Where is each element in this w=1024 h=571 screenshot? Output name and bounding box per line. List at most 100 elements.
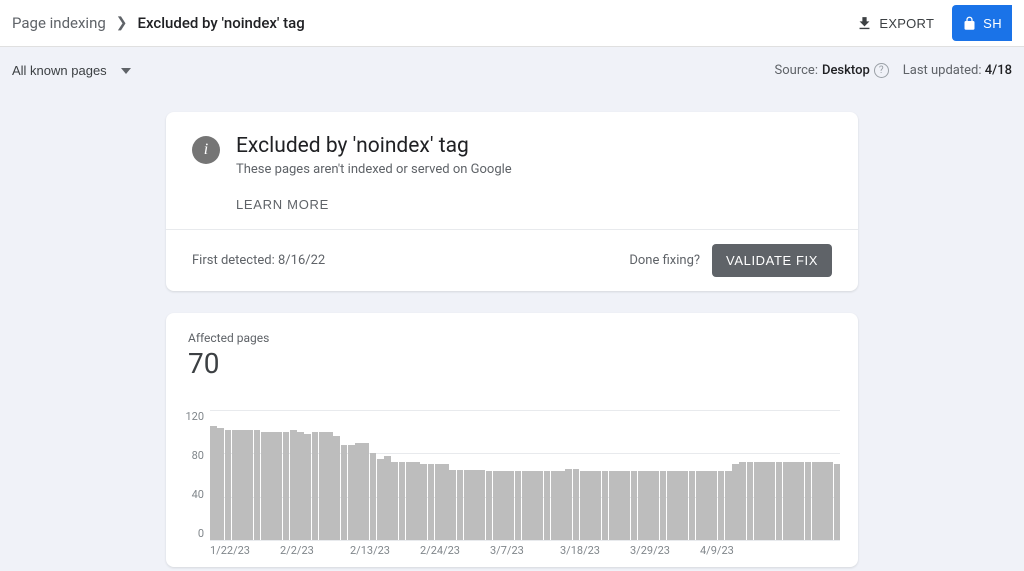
chart-bar[interactable]	[500, 471, 507, 540]
chart-bar[interactable]	[442, 464, 449, 540]
chart-bar[interactable]	[754, 462, 761, 540]
breadcrumb-parent[interactable]: Page indexing	[12, 14, 106, 32]
chart-bar[interactable]	[391, 462, 398, 540]
chart-bar[interactable]	[283, 432, 290, 540]
chart-bar[interactable]	[783, 462, 790, 540]
chart-bar[interactable]	[435, 464, 442, 540]
chart-bar[interactable]	[333, 436, 340, 540]
chart-bar[interactable]	[834, 464, 841, 540]
source-value: Desktop	[822, 63, 870, 78]
chart-bar[interactable]	[565, 469, 572, 541]
chart-bar[interactable]	[638, 471, 645, 540]
chart-bar[interactable]	[725, 471, 732, 540]
chart-bar[interactable]	[529, 471, 536, 540]
chart-bar[interactable]	[645, 471, 652, 540]
chart-bar[interactable]	[449, 470, 456, 540]
chart-bar[interactable]	[355, 443, 362, 541]
chart-bar[interactable]	[515, 471, 522, 540]
chart-bar[interactable]	[623, 471, 630, 540]
chart-bar[interactable]	[377, 459, 384, 540]
chart-bar[interactable]	[544, 471, 551, 540]
chart-bar[interactable]	[290, 430, 297, 541]
chart-bar[interactable]	[609, 471, 616, 540]
chart-bar[interactable]	[739, 462, 746, 540]
chart-bar[interactable]	[696, 471, 703, 540]
chart-bar[interactable]	[616, 471, 623, 540]
chart-bar[interactable]	[268, 432, 275, 540]
chart-bar[interactable]	[703, 471, 710, 540]
validate-fix-button[interactable]: VALIDATE FIX	[712, 244, 832, 277]
chart-bar[interactable]	[681, 471, 688, 540]
chart-bar[interactable]	[522, 471, 529, 540]
x-tick: 2/24/23	[420, 544, 490, 557]
chart-bar[interactable]	[341, 445, 348, 540]
chart-bar[interactable]	[573, 469, 580, 541]
chart-bar[interactable]	[486, 471, 493, 540]
chart-bar[interactable]	[797, 462, 804, 540]
chart-bar[interactable]	[275, 432, 282, 540]
chart-bar[interactable]	[471, 470, 478, 540]
chart-bar[interactable]	[304, 434, 311, 540]
chart-bar[interactable]	[602, 471, 609, 540]
chart-bar[interactable]	[761, 462, 768, 540]
chart-bar[interactable]	[790, 462, 797, 540]
chart-bar[interactable]	[420, 464, 427, 540]
chart-bar[interactable]	[594, 471, 601, 540]
learn-more-button[interactable]: LEARN MORE	[236, 197, 329, 212]
chart-bar[interactable]	[660, 471, 667, 540]
chart-bar[interactable]	[312, 432, 319, 540]
chart-bar[interactable]	[710, 471, 717, 540]
chart-bar[interactable]	[689, 471, 696, 540]
chart-bar[interactable]	[413, 462, 420, 540]
chart-bar[interactable]	[457, 470, 464, 540]
chart-bar[interactable]	[326, 432, 333, 540]
chart-bar[interactable]	[297, 432, 304, 540]
chart-bar[interactable]	[580, 471, 587, 540]
chart-bar[interactable]	[674, 471, 681, 540]
chart-bar[interactable]	[428, 464, 435, 540]
chart-bar[interactable]	[652, 471, 659, 540]
chart-bar[interactable]	[718, 471, 725, 540]
updated-value: 4/18	[985, 63, 1012, 78]
chart-bar[interactable]	[261, 432, 268, 540]
chart-bar[interactable]	[667, 471, 674, 540]
chart-bar[interactable]	[587, 471, 594, 540]
chart-bar[interactable]	[631, 471, 638, 540]
chart-bar[interactable]	[464, 470, 471, 540]
chart-bar[interactable]	[246, 430, 253, 541]
help-icon[interactable]: ?	[874, 63, 889, 78]
chart-bar[interactable]	[225, 430, 232, 541]
chart-bar[interactable]	[370, 453, 377, 540]
chart-bar[interactable]	[551, 471, 558, 540]
chart-bar[interactable]	[254, 430, 261, 541]
chart-bar[interactable]	[478, 470, 485, 540]
export-button[interactable]: EXPORT	[848, 9, 942, 38]
chart-bar[interactable]	[217, 428, 224, 540]
chart-bar[interactable]	[362, 443, 369, 541]
chart-bar[interactable]	[384, 456, 391, 541]
chart-bar[interactable]	[239, 430, 246, 541]
chart-bar[interactable]	[507, 471, 514, 540]
issue-card: i Excluded by 'noindex' tag These pages …	[166, 112, 858, 291]
chart-bar[interactable]	[826, 462, 833, 540]
chart-bar[interactable]	[805, 462, 812, 540]
last-updated: Last updated: 4/18	[903, 63, 1012, 78]
filter-dropdown[interactable]: All known pages	[12, 63, 131, 78]
chart-bar[interactable]	[210, 426, 217, 540]
chart-bar[interactable]	[399, 462, 406, 540]
chart-bar[interactable]	[319, 432, 326, 540]
chart-bar[interactable]	[232, 430, 239, 541]
chart-bar[interactable]	[768, 462, 775, 540]
chart-bar[interactable]	[348, 445, 355, 540]
chart-bar[interactable]	[732, 464, 739, 540]
chart-bar[interactable]	[558, 471, 565, 540]
chart-bar[interactable]	[406, 462, 413, 540]
chart-bar[interactable]	[536, 471, 543, 540]
chart-bar[interactable]	[812, 462, 819, 540]
chart-bar[interactable]	[819, 462, 826, 540]
chart-bar[interactable]	[776, 462, 783, 540]
share-button[interactable]: SH	[952, 5, 1012, 41]
chart-bar[interactable]	[493, 471, 500, 540]
chart-bar[interactable]	[747, 462, 754, 540]
download-icon	[856, 15, 873, 32]
